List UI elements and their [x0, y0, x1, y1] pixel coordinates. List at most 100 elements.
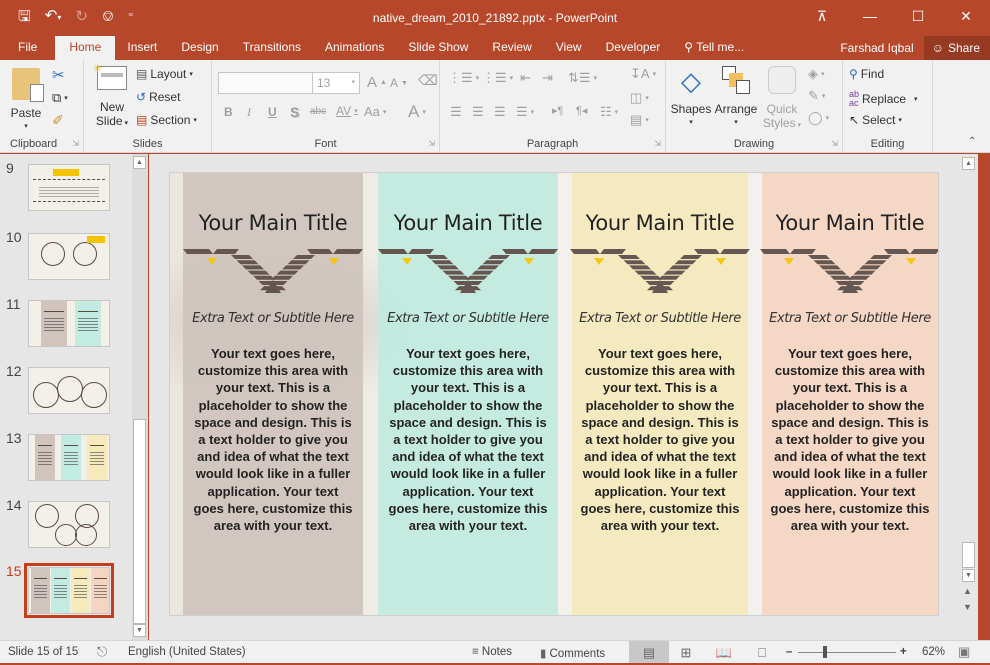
clipboard-launcher-icon[interactable]: ⇲	[72, 139, 79, 148]
rtl-icon[interactable]: ¶◂	[576, 104, 587, 117]
decrease-indent-icon[interactable]: ⇤	[520, 70, 531, 86]
shapes-button[interactable]: ◇ Shapes ▾	[671, 66, 712, 130]
column-body-text[interactable]: Your text goes here, customize this area…	[770, 345, 930, 534]
paragraph-launcher-icon[interactable]: ⇲	[654, 139, 661, 148]
replace-button[interactable]: ab ac Replace ▾	[849, 90, 918, 108]
align-center-icon[interactable]: ☰	[472, 104, 484, 120]
column-subtitle[interactable]: Extra Text or Subtitle Here	[572, 311, 748, 326]
language-indicator[interactable]: English (United States)	[128, 646, 246, 658]
slide-show-button[interactable]: ⎕	[742, 641, 782, 664]
column-title[interactable]: Your Main Title	[572, 211, 748, 235]
zoom-slider-handle[interactable]	[823, 646, 827, 658]
numbering-icon[interactable]: ⋮☰ ▾	[482, 70, 513, 86]
thumbnail-scroll-thumb[interactable]	[133, 419, 146, 624]
layout-button[interactable]: ▤ Layout ▾	[136, 67, 193, 81]
slide-thumbnail[interactable]	[28, 434, 110, 481]
shape-outline-icon[interactable]: ✎ ▾	[808, 88, 825, 104]
underline-button[interactable]: U	[268, 105, 277, 119]
reset-button[interactable]: ↺ Reset	[136, 90, 180, 104]
column-title[interactable]: Your Main Title	[762, 211, 938, 235]
cut-icon[interactable]: ✂	[52, 66, 65, 84]
bullets-icon[interactable]: ⋮☰ ▾	[448, 70, 479, 86]
column-body-text[interactable]: Your text goes here, customize this area…	[191, 345, 355, 534]
column-body-text[interactable]: Your text goes here, customize this area…	[580, 345, 740, 534]
increase-indent-icon[interactable]: ⇥	[542, 70, 553, 86]
slide-sorter-button[interactable]: ⊞	[666, 641, 706, 664]
tab-file[interactable]: File	[0, 36, 55, 60]
line-spacing-icon[interactable]: ⇅☰ ▾	[568, 70, 597, 86]
change-case-button[interactable]: Aa ▾	[364, 104, 386, 119]
shrink-font-button[interactable]: A ▼	[390, 76, 408, 90]
user-name[interactable]: Farshad Iqbal	[830, 37, 923, 59]
slide-thumbnail[interactable]	[28, 233, 110, 280]
shape-effects-icon[interactable]: ◯ ▾	[808, 110, 829, 126]
character-spacing-button[interactable]: AV ▾	[336, 104, 358, 118]
close-icon[interactable]: ✕	[942, 0, 990, 32]
shape-fill-icon[interactable]: ◈ ▾	[808, 66, 825, 82]
column-subtitle[interactable]: Extra Text or Subtitle Here	[762, 311, 938, 326]
share-button[interactable]: ☺ Share	[923, 36, 990, 60]
italic-button[interactable]: I	[247, 105, 251, 120]
tab-developer[interactable]: Developer	[594, 36, 673, 60]
tab-review[interactable]: Review	[480, 36, 543, 60]
paste-button[interactable]: Paste ▾	[8, 68, 44, 134]
tab-slide-show[interactable]: Slide Show	[396, 36, 480, 60]
strikethrough-button[interactable]: abc	[310, 106, 326, 117]
tab-transitions[interactable]: Transitions	[231, 36, 313, 60]
slide-thumbnail[interactable]	[24, 563, 114, 618]
slide-canvas[interactable]: Your Main Title Extra Text or Subtitle He…	[169, 172, 939, 616]
quick-styles-button[interactable]: Quick Styles ▾	[762, 66, 802, 133]
select-button[interactable]: ↖ Select ▾	[849, 113, 902, 127]
text-direction-icon[interactable]: ↧A ▾	[630, 66, 656, 82]
copy-icon[interactable]: ⧉ ▾	[52, 90, 68, 106]
zoom-in-button[interactable]: +	[900, 646, 907, 658]
reading-view-button[interactable]: 📖	[704, 641, 744, 664]
slide-thumbnail[interactable]	[28, 164, 110, 211]
slide-thumbnail[interactable]	[28, 501, 110, 548]
slide-thumbnail[interactable]	[28, 300, 110, 347]
tab-animations[interactable]: Animations	[313, 36, 396, 60]
zoom-out-button[interactable]: –	[786, 646, 792, 658]
editor-scrollbar[interactable]: ▲ ▼ ▲ ▼	[960, 154, 978, 640]
notes-button[interactable]: ≡ Notes	[472, 646, 512, 658]
zoom-slider[interactable]	[798, 652, 896, 653]
column-title[interactable]: Your Main Title	[378, 211, 558, 235]
scroll-up-button[interactable]: ▲	[962, 157, 975, 170]
align-right-icon[interactable]: ☰	[494, 104, 506, 120]
clear-formatting-icon[interactable]: ⌫	[418, 72, 438, 89]
column-subtitle[interactable]: Extra Text or Subtitle Here	[378, 311, 558, 326]
shadow-button[interactable]: S	[290, 104, 299, 120]
thumbnail-scroll-down-button[interactable]: ▼	[133, 624, 146, 637]
scroll-down-button[interactable]: ▼	[962, 569, 975, 582]
align-text-icon[interactable]: ◫ ▾	[630, 90, 649, 106]
normal-view-button[interactable]: ▤	[629, 641, 669, 664]
fit-to-window-icon[interactable]: ▣	[958, 644, 970, 660]
font-launcher-icon[interactable]: ⇲	[428, 139, 435, 148]
tab-insert[interactable]: Insert	[115, 36, 169, 60]
thumbnail-scroll-up-button[interactable]: ▲	[133, 156, 146, 169]
grow-font-button[interactable]: A ▲	[367, 74, 387, 91]
collapse-ribbon-icon[interactable]: ⌃	[968, 136, 976, 147]
column-subtitle[interactable]: Extra Text or Subtitle Here	[183, 311, 363, 326]
slide-thumbnail[interactable]	[28, 367, 110, 414]
find-button[interactable]: ⚲ Find	[849, 67, 884, 81]
new-slide-button[interactable]: ✳ New Slide ▾	[92, 63, 132, 131]
font-size-input[interactable]: 13 ▾	[312, 72, 360, 94]
smartart-icon[interactable]: ▤ ▾	[630, 112, 649, 128]
thumbnail-scrollbar[interactable]: ▲ ▼	[132, 154, 148, 640]
justify-icon[interactable]: ☰ ▾	[516, 104, 534, 120]
section-button[interactable]: ▤ Section ▾	[136, 113, 197, 127]
columns-icon[interactable]: ☷ ▾	[600, 104, 618, 120]
content-column[interactable]: Your Main Title Extra Text or Subtitle He…	[183, 173, 363, 615]
drawing-launcher-icon[interactable]: ⇲	[831, 139, 838, 148]
tab-view[interactable]: View	[544, 36, 594, 60]
content-column[interactable]: Your Main Title Extra Text or Subtitle He…	[378, 173, 558, 615]
content-column[interactable]: Your Main Title Extra Text or Subtitle He…	[570, 173, 750, 615]
scroll-thumb[interactable]	[962, 542, 975, 568]
align-left-icon[interactable]: ☰	[450, 104, 462, 120]
column-body-text[interactable]: Your text goes here, customize this area…	[386, 345, 550, 534]
ltr-icon[interactable]: ▸¶	[552, 104, 563, 117]
tab-design[interactable]: Design	[169, 36, 230, 60]
bold-button[interactable]: B	[224, 105, 233, 119]
arrange-button[interactable]: Arrange ▾	[714, 66, 758, 130]
